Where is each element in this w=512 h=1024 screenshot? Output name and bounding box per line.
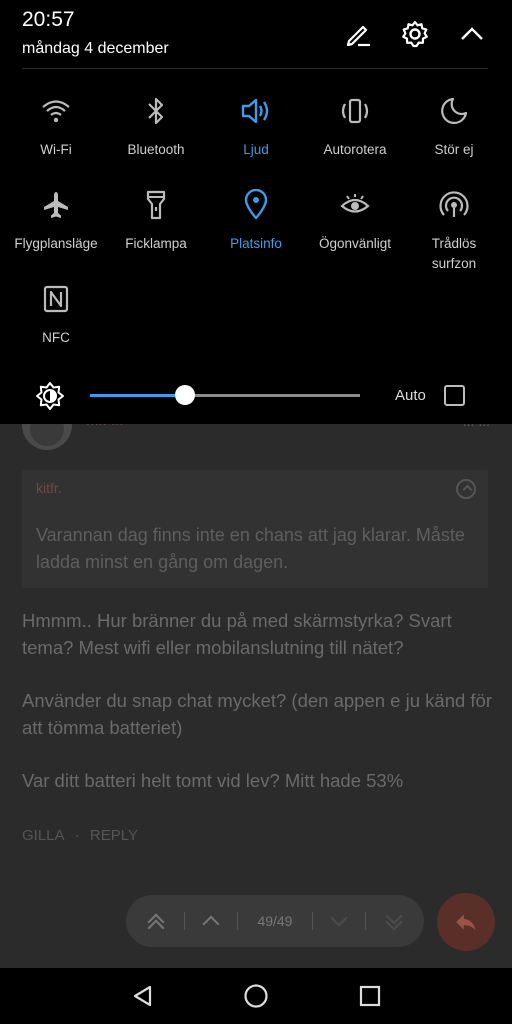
tile-airplane[interactable]: Flygplansläge bbox=[6, 188, 106, 254]
divider bbox=[236, 912, 238, 930]
brightness-slider-thumb[interactable] bbox=[174, 385, 195, 405]
reply-arrow-icon bbox=[456, 914, 476, 931]
gear-icon[interactable] bbox=[399, 18, 431, 50]
tile-wifi[interactable]: Wi-Fi bbox=[6, 94, 106, 160]
wifi-icon bbox=[39, 94, 73, 128]
brightness-slider[interactable] bbox=[90, 385, 360, 405]
post-paragraph: Var ditt batteri helt tomt vid lev? Mitt… bbox=[22, 770, 404, 791]
tile-nfc[interactable]: NFC bbox=[6, 282, 106, 348]
divider bbox=[183, 912, 185, 930]
last-page-icon[interactable] bbox=[386, 912, 402, 930]
collapse-chevron-icon[interactable] bbox=[456, 18, 488, 50]
first-page-icon[interactable] bbox=[148, 912, 164, 930]
tile-label: Stör ej bbox=[434, 142, 474, 157]
tile-dnd[interactable]: Stör ej bbox=[404, 94, 504, 160]
tile-label: Autorotera bbox=[323, 142, 387, 157]
arrow-up-circle-icon[interactable] bbox=[456, 479, 476, 499]
eye-icon bbox=[338, 188, 372, 222]
clock: 20:57 bbox=[22, 8, 75, 31]
location-pin-icon bbox=[239, 188, 273, 222]
edit-icon[interactable] bbox=[342, 18, 374, 50]
tile-hotspot[interactable]: Trådlös surfzon bbox=[404, 188, 504, 274]
tile-label: Trådlös surfzon bbox=[431, 236, 477, 271]
post-paragraph: Hmmm.. Hur bränner du på med skärmstyrka… bbox=[22, 610, 452, 658]
page-navigator: 49/49 bbox=[126, 895, 424, 947]
tile-label: Ficklampa bbox=[125, 236, 187, 251]
like-button[interactable]: GILLA bbox=[22, 827, 65, 844]
speaker-icon bbox=[239, 94, 273, 128]
recents-icon[interactable] bbox=[356, 982, 384, 1010]
quote-block: kitfr. Varannan dag finns inte en chans … bbox=[22, 470, 488, 588]
brightness-icon bbox=[35, 381, 65, 411]
quote-author[interactable]: kitfr. bbox=[36, 480, 62, 496]
post-paragraph: Använder du snap chat mycket? (den appen… bbox=[22, 690, 492, 738]
page-count[interactable]: 49/49 bbox=[257, 913, 292, 929]
tile-label: Platsinfo bbox=[230, 236, 282, 251]
tile-autorotate[interactable]: Autorotera bbox=[305, 94, 405, 160]
tile-label: Bluetooth bbox=[127, 142, 185, 157]
brightness-slider-fill bbox=[90, 394, 185, 397]
tile-eye-comfort[interactable]: Ögonvänligt bbox=[305, 188, 405, 254]
moon-icon bbox=[437, 94, 471, 128]
hotspot-icon bbox=[437, 188, 471, 222]
nfc-icon bbox=[39, 282, 73, 316]
tile-bluetooth[interactable]: Bluetooth bbox=[106, 94, 206, 160]
tile-location[interactable]: Platsinfo bbox=[206, 188, 306, 254]
tile-label: Ögonvänligt bbox=[318, 236, 392, 251]
back-icon[interactable] bbox=[128, 982, 156, 1010]
reply-button[interactable]: REPLY bbox=[90, 827, 138, 844]
next-page-icon[interactable] bbox=[330, 909, 348, 927]
header-divider bbox=[22, 68, 488, 69]
quote-text: Varannan dag finns inte en chans att jag… bbox=[36, 525, 465, 572]
divider bbox=[312, 912, 314, 930]
auto-brightness-checkbox[interactable] bbox=[444, 385, 465, 406]
date: måndag 4 december bbox=[22, 40, 169, 57]
previous-page-icon[interactable] bbox=[202, 915, 220, 933]
tile-flashlight[interactable]: Ficklampa bbox=[106, 188, 206, 254]
rotate-icon bbox=[338, 94, 372, 128]
tile-label: Wi-Fi bbox=[40, 142, 72, 157]
post-body: Hmmm.. Hur bränner du på med skärmstyrka… bbox=[22, 607, 492, 820]
tile-label: Flygplansläge bbox=[14, 236, 98, 251]
tile-label: Ljud bbox=[243, 142, 269, 157]
system-nav-bar bbox=[0, 968, 512, 1024]
quick-settings-panel: 20:57 måndag 4 december Wi-Fi Bluetooth … bbox=[0, 0, 512, 424]
tile-sound[interactable]: Ljud bbox=[206, 94, 306, 160]
airplane-icon bbox=[39, 188, 73, 222]
post-actions: GILLA · REPLY bbox=[22, 827, 144, 844]
divider bbox=[365, 912, 367, 930]
bluetooth-icon bbox=[139, 94, 173, 128]
auto-brightness-label: Auto bbox=[395, 387, 426, 404]
home-icon[interactable] bbox=[242, 982, 270, 1010]
reply-fab-button[interactable] bbox=[437, 893, 495, 951]
flashlight-icon bbox=[139, 188, 173, 222]
separator-dot: · bbox=[74, 827, 80, 844]
tile-label: NFC bbox=[42, 330, 70, 345]
